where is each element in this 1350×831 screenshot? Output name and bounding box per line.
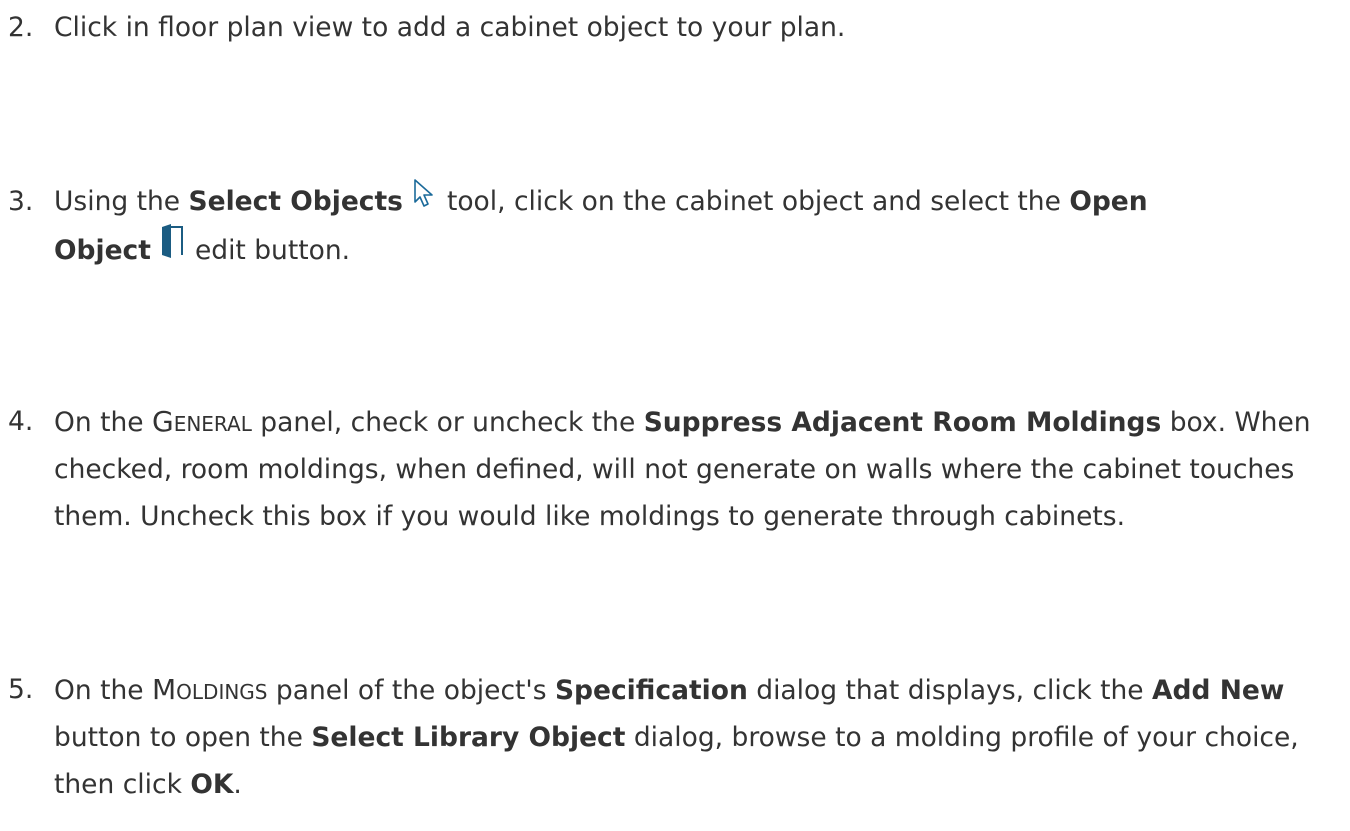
text-run: Using the (54, 186, 189, 217)
ok-label: OK (190, 769, 234, 800)
step-3: 3. Using the Select Objects tool, click o… (0, 178, 1345, 277)
general-panel-label: General (152, 405, 252, 438)
step-number: 5. (8, 674, 34, 705)
select-objects-icon (411, 176, 437, 223)
text-run: panel of the object's (267, 675, 555, 706)
step-number: 3. (8, 186, 34, 217)
text-run: tool, click on the cabinet object and se… (446, 186, 1070, 217)
text-run: button to open the (54, 722, 312, 753)
text-run: edit button. (194, 235, 351, 266)
step-number: 4. (8, 406, 34, 437)
step-4: 4. On the General panel, check or unchec… (0, 398, 1345, 540)
text-run: On the (54, 407, 152, 438)
step-text: On the Moldings panel of the object's Sp… (54, 666, 1345, 808)
open-object-label-cont: Object (54, 235, 151, 266)
text-run: panel, check or uncheck the (251, 407, 644, 438)
step-2: 2. Click in floor plan view to add a cab… (0, 4, 1345, 51)
add-new-label: Add New (1152, 675, 1285, 706)
text-run: On the (54, 675, 152, 706)
specification-label: Specification (554, 675, 748, 706)
select-objects-label: Select Objects (188, 186, 403, 217)
text-run: . (233, 769, 242, 800)
step-2-text: Click in floor plan view to add a cabine… (54, 12, 846, 43)
open-object-icon (159, 223, 185, 274)
moldings-panel-label: Moldings (152, 673, 268, 706)
step-5: 5. On the Moldings panel of the object's… (0, 666, 1345, 808)
text-run: dialog that displays, click the (747, 675, 1153, 706)
step-text: On the General panel, check or uncheck t… (54, 398, 1345, 540)
select-library-object-label: Select Library Object (311, 722, 626, 753)
open-object-label: Open (1069, 186, 1148, 217)
step-number: 2. (8, 12, 34, 43)
step-text: Click in floor plan view to add a cabine… (54, 4, 1345, 51)
step-text: Using the Select Objects tool, click on t… (54, 178, 1345, 277)
suppress-moldings-label: Suppress Adjacent Room Moldings (643, 407, 1162, 438)
